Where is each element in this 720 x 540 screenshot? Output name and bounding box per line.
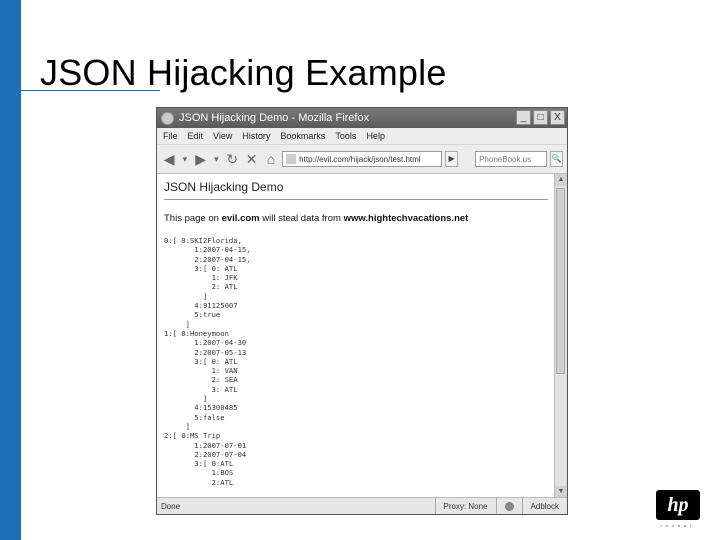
intro-site-evil: evil.com <box>221 213 260 224</box>
stolen-json-output: 0:[ 0:SKI2Florida, 1:2007-04-15, 2:2007-… <box>164 236 251 487</box>
firefox-icon <box>161 111 174 125</box>
forward-dropdown-icon[interactable]: ▾ <box>212 150 221 168</box>
menu-bar: File Edit View History Bookmarks Tools H… <box>157 128 567 145</box>
intro-site-target: www.hightechvacations.net <box>343 213 469 224</box>
proxy-status[interactable]: Proxy: None <box>434 498 496 514</box>
menu-tools[interactable]: Tools <box>335 131 356 141</box>
browser-window: JSON Hijacking Demo - Mozilla Firefox _ … <box>156 107 568 515</box>
address-bar[interactable]: http://evil.com/hijack/json/test.html <box>282 151 443 167</box>
page-intro: This page on evil.com will steal data fr… <box>164 213 548 224</box>
hp-logo-text: hp <box>667 493 689 516</box>
search-magnifier-icon[interactable]: 🔍 <box>550 151 564 167</box>
intro-text-middle: will steal data from <box>259 213 344 224</box>
vertical-scrollbar[interactable]: ▲ ▼ <box>554 174 567 498</box>
scroll-thumb[interactable] <box>556 188 565 374</box>
menu-help[interactable]: Help <box>366 131 385 141</box>
menu-view[interactable]: View <box>213 131 232 141</box>
maximize-button[interactable]: □ <box>533 110 548 125</box>
search-placeholder: PhoneBook.us <box>479 154 532 164</box>
window-controls: _ □ X <box>516 110 565 125</box>
stop-icon[interactable]: ✕ <box>243 150 259 168</box>
page-favicon-icon <box>286 154 297 164</box>
home-icon[interactable]: ⌂ <box>263 150 279 168</box>
scroll-up-icon[interactable]: ▲ <box>555 174 567 186</box>
hp-logo-tagline: invent <box>660 523 696 528</box>
close-button[interactable]: X <box>550 110 565 125</box>
window-titlebar: JSON Hijacking Demo - Mozilla Firefox _ … <box>157 108 567 128</box>
status-ok-icon <box>495 498 522 514</box>
menu-history[interactable]: History <box>242 131 270 141</box>
back-dropdown-icon[interactable]: ▾ <box>180 150 189 168</box>
hp-logo: hp invent <box>656 490 700 528</box>
intro-text: This page on <box>164 213 222 224</box>
search-input[interactable]: PhoneBook.us <box>475 151 548 167</box>
hp-logo-badge: hp <box>656 490 700 520</box>
forward-arrow-icon[interactable]: ▶ <box>193 150 209 168</box>
adblock-status[interactable]: Adblock <box>521 498 567 514</box>
page-heading: JSON Hijacking Demo <box>164 180 548 200</box>
menu-bookmarks[interactable]: Bookmarks <box>280 131 325 141</box>
menu-file[interactable]: File <box>163 131 178 141</box>
navigation-toolbar: ◀ ▾ ▶ ▾ ↻ ✕ ⌂ http://evil.com/hijack/jso… <box>157 145 567 174</box>
url-text: http://evil.com/hijack/json/test.html <box>299 154 421 164</box>
reload-icon[interactable]: ↻ <box>224 150 240 168</box>
slide-title: JSON Hijacking Example <box>40 52 447 93</box>
minimize-button[interactable]: _ <box>516 110 531 125</box>
slide-left-bar <box>0 0 21 540</box>
page-content: JSON Hijacking Demo This page on evil.co… <box>157 174 555 498</box>
window-title: JSON Hijacking Demo - Mozilla Firefox <box>179 112 370 124</box>
status-bar: Done Proxy: None Adblock <box>157 497 567 514</box>
go-button[interactable]: ▶ <box>445 151 459 167</box>
status-text: Done <box>161 501 181 511</box>
menu-edit[interactable]: Edit <box>188 131 204 141</box>
back-arrow-icon[interactable]: ◀ <box>161 150 177 168</box>
